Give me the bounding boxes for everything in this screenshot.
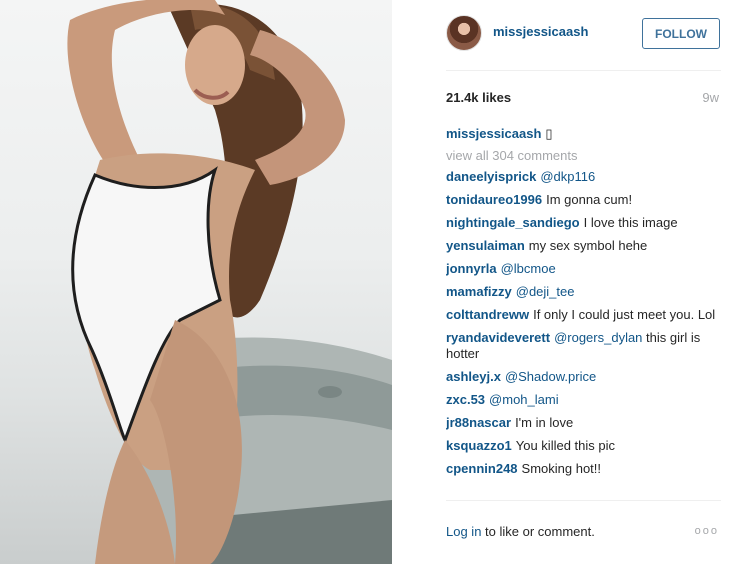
comment-row: daneelyisprick @dkp116 — [446, 169, 724, 185]
divider — [446, 70, 721, 71]
comment-row: nightingale_sandiego I love this image — [446, 215, 724, 231]
comment-username[interactable]: zxc.53 — [446, 392, 485, 407]
follow-button[interactable]: FOLLOW — [642, 18, 720, 49]
comment-username[interactable]: jonnyrla — [446, 261, 497, 276]
comment-mention[interactable]: @dkp116 — [540, 169, 595, 184]
likes-count[interactable]: 21.4k likes — [446, 90, 511, 105]
comment-username[interactable]: cpennin248 — [446, 461, 518, 476]
comment-row: cpennin248 Smoking hot!! — [446, 461, 724, 477]
comment-row: jr88nascar I'm in love — [446, 415, 724, 431]
comment-username[interactable]: colttandreww — [446, 307, 529, 322]
comment-mention[interactable]: @moh_lami — [489, 392, 559, 407]
login-prompt-text: to like or comment. — [481, 524, 595, 539]
caption: missjessicaash ▯ — [446, 124, 724, 144]
comment-mention[interactable]: @rogers_dylan — [554, 330, 642, 345]
comment-mention[interactable]: @lbcmoe — [501, 261, 556, 276]
comment-text: Smoking hot!! — [521, 461, 602, 476]
comment-text: Im gonna cum! — [546, 192, 633, 207]
comment-username[interactable]: yensulaiman — [446, 238, 525, 253]
post-header: missjessicaash FOLLOW — [392, 0, 735, 70]
more-options-icon[interactable]: ooo — [695, 525, 719, 537]
post-age[interactable]: 9w — [702, 90, 719, 105]
comment-username[interactable]: nightingale_sandiego — [446, 215, 580, 230]
comment-mention[interactable]: @deji_tee — [516, 284, 575, 299]
comment-row: yensulaiman my sex symbol hehe — [446, 238, 724, 254]
comment-row: ashleyj.x @Shadow.price — [446, 369, 724, 385]
comment-mention[interactable]: @Shadow.price — [505, 369, 596, 384]
view-all-comments-link[interactable]: view all 304 comments — [446, 146, 724, 166]
header-username[interactable]: missjessicaash — [493, 24, 588, 39]
avatar[interactable] — [446, 15, 482, 51]
login-prompt: Log in to like or comment. — [446, 524, 595, 539]
comment-row: mamafizzy @deji_tee — [446, 284, 724, 300]
comment-text: You killed this pic — [515, 438, 615, 453]
comment-text: my sex symbol hehe — [528, 238, 648, 253]
caption-text: ▯ — [545, 126, 553, 141]
post-sidebar: missjessicaash FOLLOW 21.4k likes 9w mis… — [392, 0, 735, 564]
photo-illustration — [67, 0, 392, 564]
comment-username[interactable]: mamafizzy — [446, 284, 512, 299]
comment-row: zxc.53 @moh_lami — [446, 392, 724, 408]
post-view: missjessicaash FOLLOW 21.4k likes 9w mis… — [0, 0, 735, 564]
comment-row: ryandavideverett @rogers_dylan this girl … — [446, 330, 724, 362]
comments-container: daneelyisprick @dkp116 tonidaureo1996 Im go… — [446, 169, 724, 477]
comment-row: colttandreww If only I could just meet yo… — [446, 307, 724, 323]
comment-row: tonidaureo1996 Im gonna cum! — [446, 192, 724, 208]
comment-row: jonnyrla @lbcmoe — [446, 261, 724, 277]
comment-text: If only I could just meet you. Lol — [533, 307, 716, 322]
comment-row: ksquazzo1 You killed this pic — [446, 438, 724, 454]
caption-username[interactable]: missjessicaash — [446, 126, 541, 141]
comment-username[interactable]: daneelyisprick — [446, 169, 536, 184]
comment-username[interactable]: jr88nascar — [446, 415, 511, 430]
comment-username[interactable]: ksquazzo1 — [446, 438, 512, 453]
comment-text: I love this image — [583, 215, 678, 230]
comment-text: I'm in love — [515, 415, 574, 430]
comment-username[interactable]: ashleyj.x — [446, 369, 501, 384]
divider — [446, 500, 721, 501]
comment-username[interactable]: ryandavideverett — [446, 330, 550, 345]
comment-list: missjessicaash ▯ view all 304 comments da… — [446, 124, 724, 499]
comment-username[interactable]: tonidaureo1996 — [446, 192, 542, 207]
post-photo[interactable] — [0, 0, 392, 564]
login-link[interactable]: Log in — [446, 524, 481, 539]
